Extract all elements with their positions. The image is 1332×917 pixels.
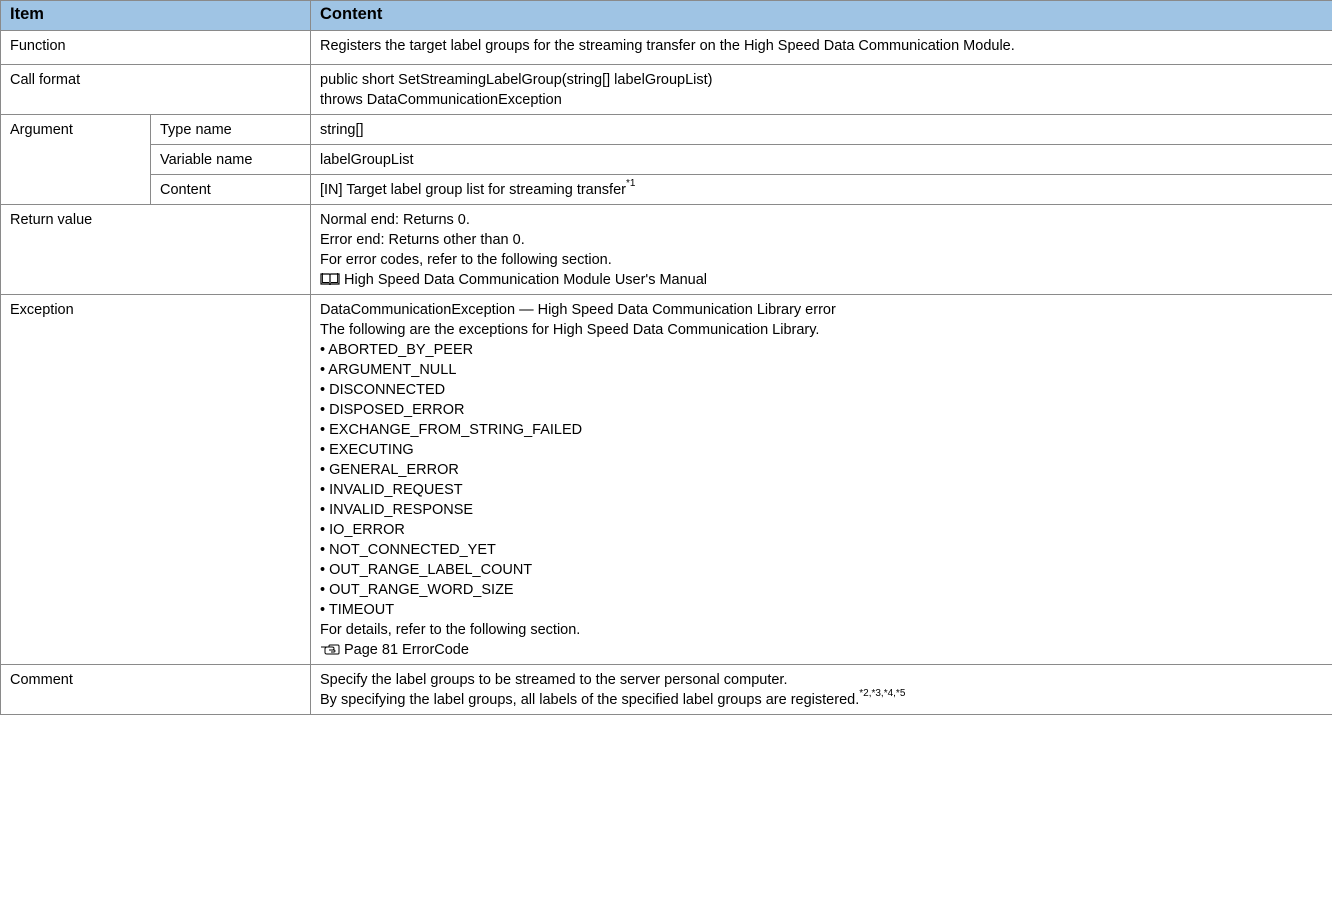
argument-label: Argument [0,114,151,205]
row-call-format: Call format public short SetStreamingLab… [0,64,1332,115]
call-format-label: Call format [0,64,311,115]
content-value: [IN] Target label group list for streami… [320,182,626,198]
return-value-line: For error codes, refer to the following … [320,252,612,268]
exception-item: • GENERAL_ERROR [320,462,459,478]
manual-reference: High Speed Data Communication Module Use… [320,270,1323,290]
comment-line: Specify the label groups to be streamed … [320,672,788,688]
return-value-line: Error end: Returns other than 0. [320,232,525,248]
row-comment: Comment Specify the label groups to be s… [0,664,1332,715]
exception-item: • EXCHANGE_FROM_STRING_FAILED [320,422,583,438]
content-value-cell: [IN] Target label group list for streami… [310,174,1332,205]
pointing-hand-icon [321,644,340,655]
exception-item: • EXECUTING [320,442,414,458]
row-return-value: Return value Normal end: Returns 0. Erro… [0,204,1332,295]
call-format-line: throws DataCommunicationException [320,92,562,108]
comment-label: Comment [0,664,311,715]
type-name-value: string[] [310,114,1332,145]
comment-line-with-notes: By specifying the label groups, all labe… [320,688,1323,710]
row-argument-variable: Variable name labelGroupList [1,144,1332,175]
exception-item: • TIMEOUT [320,602,395,618]
exception-label: Exception [0,294,311,665]
comment-line: By specifying the label groups, all labe… [320,692,860,708]
row-argument-type: Argument Type name string[] [0,114,1332,205]
book-icon [320,273,340,286]
footnote-ref: *1 [625,178,636,190]
row-argument-content: Content [IN] Target label group list for… [1,174,1332,205]
return-value-line: Normal end: Returns 0. [320,212,470,228]
header-item: Item [0,0,311,31]
exception-item: • INVALID_RESPONSE [320,502,474,518]
variable-name-label: Variable name [150,144,311,175]
return-value-label: Return value [0,204,311,295]
comment-content: Specify the label groups to be streamed … [310,664,1332,715]
page-reference-link[interactable]: Page 81 ErrorCode [320,640,1323,660]
header-row: Item Content [0,0,1332,31]
return-value-content: Normal end: Returns 0. Error end: Return… [310,204,1332,295]
call-format-content: public short SetStreamingLabelGroup(stri… [310,64,1332,115]
function-text: Registers the target label groups for th… [310,30,1332,65]
exception-details: For details, refer to the following sect… [320,622,581,638]
exception-item: • IO_ERROR [320,522,405,538]
call-format-line: public short SetStreamingLabelGroup(stri… [320,72,713,88]
exception-item: • INVALID_REQUEST [320,482,463,498]
manual-reference-text: High Speed Data Communication Module Use… [344,272,708,288]
page-reference-text[interactable]: Page 81 ErrorCode [344,642,469,658]
header-content: Content [310,0,1332,31]
exception-item: • DISCONNECTED [320,382,446,398]
exception-intro-line: The following are the exceptions for Hig… [320,322,820,338]
exception-intro-line: DataCommunicationException — High Speed … [320,302,836,318]
spec-table: Item Content Function Registers the targ… [0,0,1332,715]
footnote-refs: *2,*3,*4,*5 [859,688,906,700]
variable-name-value: labelGroupList [310,144,1332,175]
exception-item: • NOT_CONNECTED_YET [320,542,496,558]
type-name-label: Type name [150,114,311,145]
exception-item: • OUT_RANGE_WORD_SIZE [320,582,514,598]
exception-content: DataCommunicationException — High Speed … [310,294,1332,665]
exception-item: • ARGUMENT_NULL [320,362,457,378]
row-function: Function Registers the target label grou… [0,30,1332,65]
exception-item: • OUT_RANGE_LABEL_COUNT [320,562,533,578]
content-label: Content [150,174,311,205]
function-label: Function [0,30,311,65]
row-exception: Exception DataCommunicationException — H… [0,294,1332,665]
exception-item: • ABORTED_BY_PEER [320,342,474,358]
exception-item: • DISPOSED_ERROR [320,402,465,418]
